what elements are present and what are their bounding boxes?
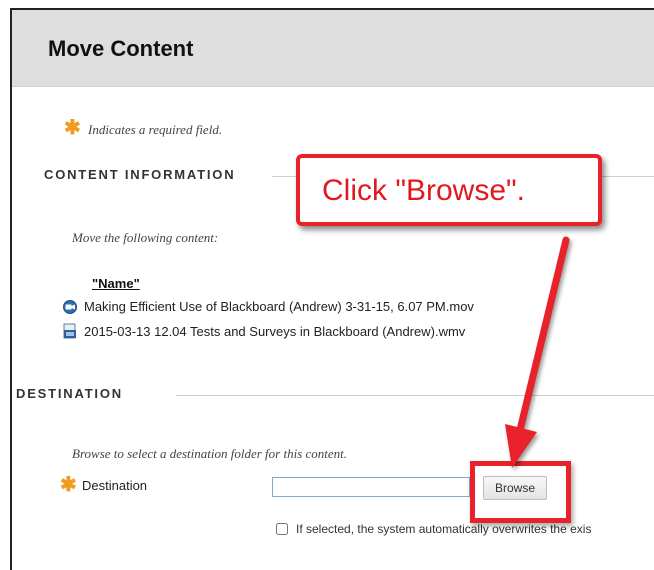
destination-instruction: Browse to select a destination folder fo…: [72, 446, 348, 461]
section-divider: [176, 395, 654, 396]
overwrite-checkbox[interactable]: [276, 523, 288, 535]
required-field-note: Indicates a required field.: [88, 122, 223, 137]
destination-label: Destination: [82, 478, 148, 493]
move-instruction: Move the following content:: [72, 230, 219, 245]
items-column-header: "Name": [92, 276, 140, 291]
destination-input[interactable]: [272, 477, 470, 497]
list-item: 2015-03-13 12.04 Tests and Surveys in Bl…: [62, 321, 465, 341]
annotation-callout: Click "Browse".: [296, 154, 602, 226]
section-title-destination: DESTINATION: [16, 386, 123, 401]
required-star-icon: ✱: [60, 474, 77, 496]
section-title-content-information: CONTENT INFORMATION: [44, 167, 236, 182]
list-item: Making Efficient Use of Blackboard (Andr…: [62, 296, 474, 316]
item-name: 2015-03-13 12.04 Tests and Surveys in Bl…: [84, 323, 466, 339]
annotation-highlight-box: [470, 461, 571, 523]
required-star-icon: ✱: [64, 117, 81, 139]
page-header: Move Content: [12, 10, 654, 87]
video-file-icon: [63, 300, 77, 314]
overwrite-option: If selected, the system automatically ov…: [276, 522, 591, 536]
overwrite-label: If selected, the system automatically ov…: [296, 522, 592, 536]
page-title: Move Content: [48, 36, 194, 61]
callout-text: Click "Browse".: [322, 174, 525, 207]
item-name: Making Efficient Use of Blackboard (Andr…: [84, 298, 474, 314]
media-file-icon: [63, 323, 76, 339]
